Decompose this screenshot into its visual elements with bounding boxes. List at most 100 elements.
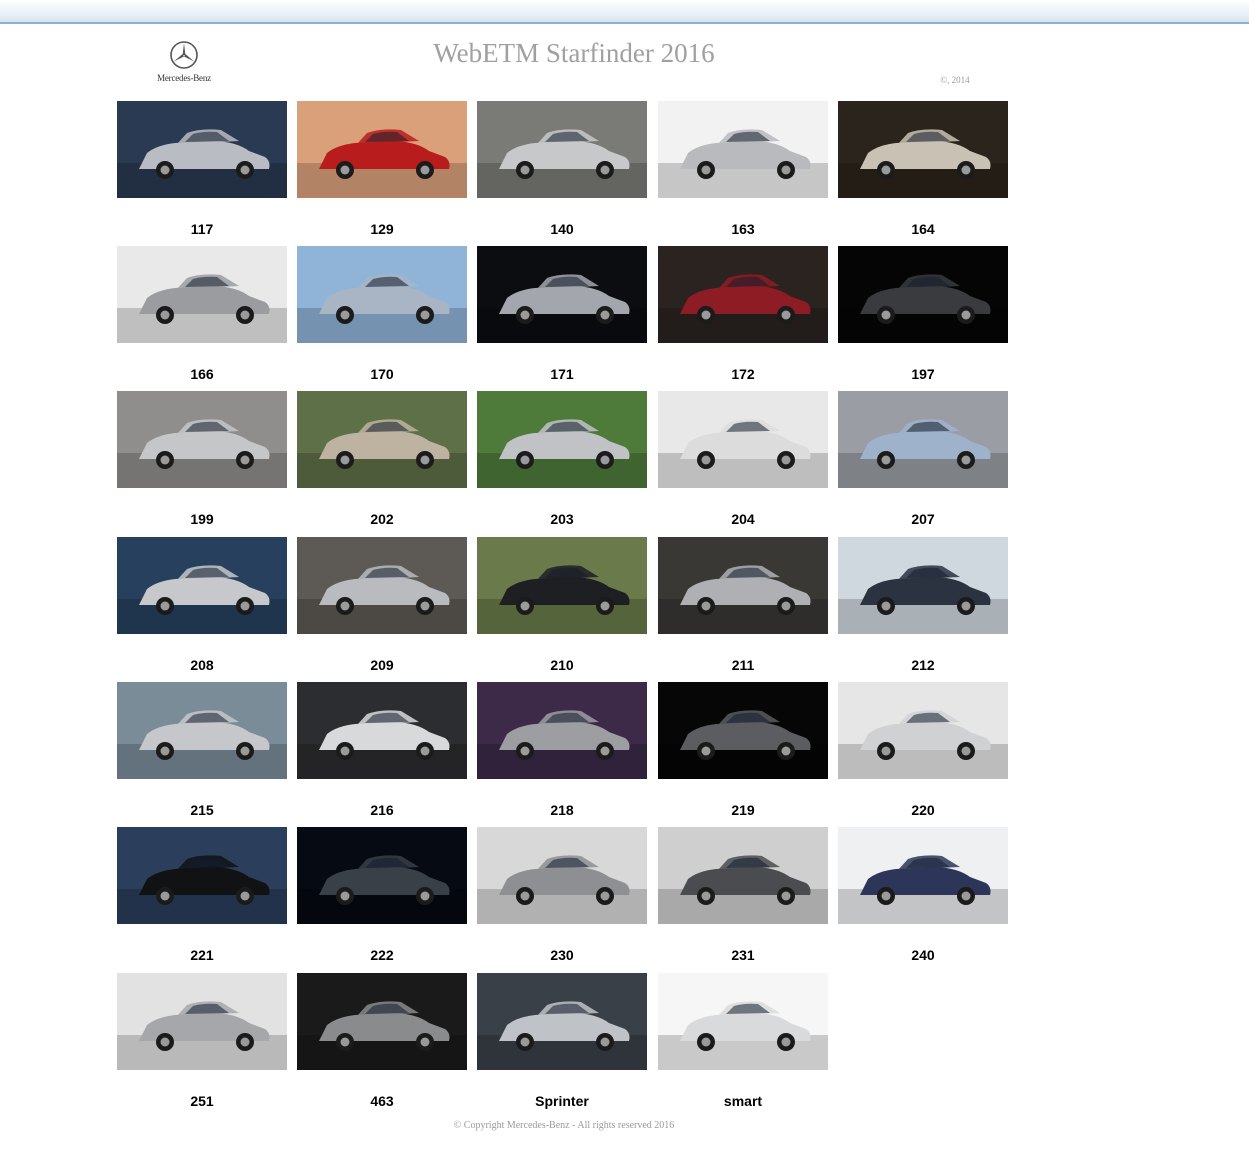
model-label[interactable]: 140 <box>477 221 647 237</box>
model-label[interactable]: 117 <box>117 221 287 237</box>
model-tile[interactable]: 199 <box>117 391 287 527</box>
model-tile[interactable]: 218 <box>477 682 647 818</box>
model-thumbnail[interactable] <box>658 973 828 1070</box>
model-label[interactable]: 222 <box>297 947 467 963</box>
model-label[interactable]: 210 <box>477 657 647 673</box>
model-tile[interactable]: 219 <box>658 682 828 818</box>
model-tile[interactable]: 240 <box>838 827 1008 963</box>
model-tile[interactable]: 212 <box>838 537 1008 673</box>
model-thumbnail[interactable] <box>838 537 1008 634</box>
model-thumbnail[interactable] <box>658 391 828 488</box>
model-thumbnail[interactable] <box>117 827 287 924</box>
model-tile[interactable]: 117 <box>117 101 287 237</box>
model-label[interactable]: 202 <box>297 511 467 527</box>
model-label[interactable]: 230 <box>477 947 647 963</box>
model-tile[interactable]: 203 <box>477 391 647 527</box>
model-tile[interactable]: 207 <box>838 391 1008 527</box>
model-tile[interactable]: 210 <box>477 537 647 673</box>
model-tile[interactable]: 170 <box>297 246 467 382</box>
model-thumbnail[interactable] <box>477 682 647 779</box>
model-tile[interactable]: 208 <box>117 537 287 673</box>
model-tile[interactable]: 215 <box>117 682 287 818</box>
model-thumbnail[interactable] <box>838 101 1008 198</box>
model-thumbnail[interactable] <box>297 391 467 488</box>
model-tile[interactable]: 204 <box>658 391 828 527</box>
model-label[interactable]: 207 <box>838 511 1008 527</box>
model-thumbnail[interactable] <box>297 246 467 343</box>
model-thumbnail[interactable] <box>658 827 828 924</box>
model-tile[interactable]: smart <box>658 973 828 1109</box>
model-label[interactable]: 163 <box>658 221 828 237</box>
mercedes-benz-logo[interactable]: Mercedes-Benz <box>148 40 220 92</box>
model-thumbnail[interactable] <box>477 973 647 1070</box>
model-tile[interactable]: 211 <box>658 537 828 673</box>
model-thumbnail[interactable] <box>117 391 287 488</box>
model-thumbnail[interactable] <box>477 246 647 343</box>
model-label[interactable]: 251 <box>117 1093 287 1109</box>
model-label[interactable]: 221 <box>117 947 287 963</box>
model-label[interactable]: 203 <box>477 511 647 527</box>
model-label[interactable]: smart <box>658 1093 828 1109</box>
model-thumbnail[interactable] <box>477 101 647 198</box>
model-tile[interactable]: 202 <box>297 391 467 527</box>
model-label[interactable]: 212 <box>838 657 1008 673</box>
model-tile[interactable]: 251 <box>117 973 287 1109</box>
model-thumbnail[interactable] <box>297 827 467 924</box>
model-thumbnail[interactable] <box>658 101 828 198</box>
model-label[interactable]: 199 <box>117 511 287 527</box>
model-thumbnail[interactable] <box>477 537 647 634</box>
model-thumbnail[interactable] <box>477 391 647 488</box>
model-tile[interactable]: 221 <box>117 827 287 963</box>
model-tile[interactable]: 129 <box>297 101 467 237</box>
model-tile[interactable]: 463 <box>297 973 467 1109</box>
model-label[interactable]: 209 <box>297 657 467 673</box>
model-tile[interactable]: 197 <box>838 246 1008 382</box>
model-thumbnail[interactable] <box>117 537 287 634</box>
model-tile[interactable]: 172 <box>658 246 828 382</box>
model-label[interactable]: 204 <box>658 511 828 527</box>
model-label[interactable]: 231 <box>658 947 828 963</box>
model-tile[interactable]: 163 <box>658 101 828 237</box>
model-label[interactable]: 172 <box>658 366 828 382</box>
model-label[interactable]: 170 <box>297 366 467 382</box>
model-label[interactable]: 240 <box>838 947 1008 963</box>
model-tile[interactable]: 222 <box>297 827 467 963</box>
model-tile[interactable]: 164 <box>838 101 1008 237</box>
model-tile[interactable]: 209 <box>297 537 467 673</box>
model-tile[interactable]: 230 <box>477 827 647 963</box>
model-tile[interactable]: 171 <box>477 246 647 382</box>
model-tile[interactable]: 166 <box>117 246 287 382</box>
model-tile[interactable]: Sprinter <box>477 973 647 1109</box>
model-label[interactable]: 215 <box>117 802 287 818</box>
model-label[interactable]: 220 <box>838 802 1008 818</box>
model-tile[interactable]: 220 <box>838 682 1008 818</box>
model-label[interactable]: 218 <box>477 802 647 818</box>
model-label[interactable]: Sprinter <box>477 1093 647 1109</box>
model-tile[interactable]: 140 <box>477 101 647 237</box>
model-thumbnail[interactable] <box>297 537 467 634</box>
model-thumbnail[interactable] <box>297 973 467 1070</box>
model-label[interactable]: 164 <box>838 221 1008 237</box>
model-thumbnail[interactable] <box>477 827 647 924</box>
model-label[interactable]: 171 <box>477 366 647 382</box>
model-thumbnail[interactable] <box>658 682 828 779</box>
model-thumbnail[interactable] <box>658 537 828 634</box>
model-tile[interactable]: 231 <box>658 827 828 963</box>
model-thumbnail[interactable] <box>117 973 287 1070</box>
model-thumbnail[interactable] <box>117 682 287 779</box>
model-thumbnail[interactable] <box>838 391 1008 488</box>
model-label[interactable]: 166 <box>117 366 287 382</box>
model-label[interactable]: 211 <box>658 657 828 673</box>
model-label[interactable]: 463 <box>297 1093 467 1109</box>
model-tile[interactable]: 216 <box>297 682 467 818</box>
model-thumbnail[interactable] <box>297 682 467 779</box>
model-thumbnail[interactable] <box>838 827 1008 924</box>
model-label[interactable]: 219 <box>658 802 828 818</box>
model-thumbnail[interactable] <box>838 682 1008 779</box>
model-thumbnail[interactable] <box>658 246 828 343</box>
model-label[interactable]: 129 <box>297 221 467 237</box>
model-thumbnail[interactable] <box>838 246 1008 343</box>
model-label[interactable]: 216 <box>297 802 467 818</box>
model-thumbnail[interactable] <box>117 101 287 198</box>
model-thumbnail[interactable] <box>297 101 467 198</box>
